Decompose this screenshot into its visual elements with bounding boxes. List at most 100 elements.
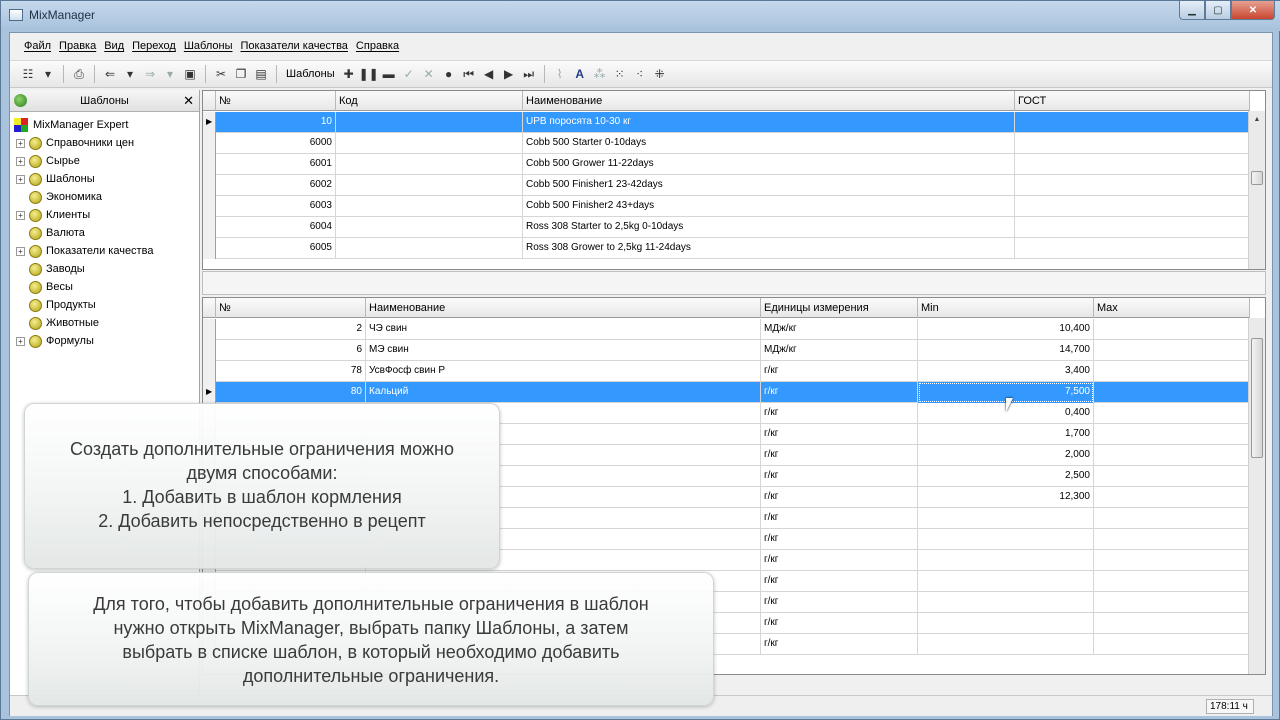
minimize-button[interactable]: ▁ <box>1179 1 1205 20</box>
cell-unit[interactable]: г/кг <box>761 445 918 466</box>
column-header-unit[interactable]: Единицы измерения <box>761 298 918 318</box>
cell-no[interactable]: 6001 <box>216 154 336 175</box>
cell-min[interactable]: 10,400 <box>918 319 1094 340</box>
cell-code[interactable] <box>336 154 523 175</box>
cell-max[interactable] <box>1094 571 1250 592</box>
prev-record-button[interactable]: ◀ <box>479 64 499 84</box>
cell-name[interactable]: Кальций <box>366 382 761 403</box>
add-record-button[interactable]: ✚ <box>339 64 359 84</box>
menu-go[interactable]: Переход <box>132 40 176 52</box>
scroll-thumb[interactable] <box>1251 171 1263 185</box>
table-row[interactable]: 6002 Cobb 500 Finisher1 23-42days <box>203 175 1250 196</box>
cell-no[interactable]: 6004 <box>216 217 336 238</box>
table-row[interactable]: 6003 Cobb 500 Finisher2 43+days <box>203 196 1250 217</box>
cell-unit[interactable]: г/кг <box>761 592 918 613</box>
cell-no[interactable]: 6005 <box>216 238 336 259</box>
cell-code[interactable] <box>336 133 523 154</box>
cell-unit[interactable]: г/кг <box>761 466 918 487</box>
back-button[interactable]: ⇐ <box>100 64 120 84</box>
cell-gost[interactable] <box>1015 175 1250 196</box>
grid-splitter[interactable] <box>202 271 1266 295</box>
cell-unit[interactable]: г/кг <box>761 361 918 382</box>
cell-unit[interactable]: г/кг <box>761 424 918 445</box>
tree-item[interactable]: Заводы <box>10 260 199 278</box>
cell-no[interactable]: 6000 <box>216 133 336 154</box>
post-edit-button[interactable]: ✓ <box>399 64 419 84</box>
cell-no[interactable]: 78 <box>216 361 366 382</box>
tree-item[interactable]: Экономика <box>10 188 199 206</box>
cell-unit[interactable]: г/кг <box>761 529 918 550</box>
scroll-up-button[interactable]: ▲ <box>1249 111 1265 128</box>
cell-unit[interactable]: г/кг <box>761 571 918 592</box>
cell-no[interactable]: 6003 <box>216 196 336 217</box>
cell-min[interactable]: 14,700 <box>918 340 1094 361</box>
column-header-name[interactable]: Наименование <box>366 298 761 318</box>
formula-b-button[interactable]: ⁂ <box>590 64 610 84</box>
cell-name[interactable]: UPB поросята 10-30 кг <box>523 112 1015 133</box>
expand-icon[interactable]: + <box>16 174 25 184</box>
row-indicator[interactable] <box>203 217 216 238</box>
cell-unit[interactable]: МДж/кг <box>761 319 918 340</box>
tree-root[interactable]: MixManager Expert <box>10 116 199 134</box>
cell-max[interactable] <box>1094 550 1250 571</box>
table-row[interactable]: 80Кальцийг/кг7,500 <box>203 382 1250 403</box>
back-dropdown[interactable]: ▾ <box>120 64 140 84</box>
cell-min[interactable] <box>918 634 1094 655</box>
menu-quality[interactable]: Показатели качества <box>240 40 347 52</box>
tree-item[interactable]: Весы <box>10 278 199 296</box>
maximize-button[interactable]: ▢ <box>1205 1 1231 20</box>
cell-code[interactable] <box>336 238 523 259</box>
expand-icon[interactable]: + <box>16 210 25 220</box>
cell-code[interactable] <box>336 217 523 238</box>
cell-min[interactable] <box>918 529 1094 550</box>
row-indicator[interactable] <box>203 154 216 175</box>
table-row[interactable]: 6000 Cobb 500 Starter 0-10days <box>203 133 1250 154</box>
row-indicator[interactable] <box>203 361 216 382</box>
close-panel-button[interactable]: ✕ <box>183 93 194 109</box>
row-indicator[interactable] <box>203 133 216 154</box>
cell-gost[interactable] <box>1015 112 1250 133</box>
table-row[interactable]: 6004 Ross 308 Starter to 2,5kg 0-10days <box>203 217 1250 238</box>
expand-icon[interactable]: + <box>16 156 25 166</box>
tree-view-dropdown[interactable]: ▾ <box>38 64 58 84</box>
cell-no[interactable]: 6 <box>216 340 366 361</box>
cell-name[interactable]: МЭ свин <box>366 340 761 361</box>
column-header-code[interactable]: Код <box>336 91 523 111</box>
cell-min[interactable] <box>918 613 1094 634</box>
first-record-button[interactable]: ⏮ <box>459 64 479 84</box>
cell-min[interactable] <box>918 571 1094 592</box>
formula-d-button[interactable]: ⁖ <box>630 64 650 84</box>
cell-name[interactable]: Ross 308 Grower to 2,5kg 11-24days <box>523 238 1015 259</box>
cell-unit[interactable]: г/кг <box>761 634 918 655</box>
cell-gost[interactable] <box>1015 238 1250 259</box>
cell-unit[interactable]: г/кг <box>761 613 918 634</box>
tree-view-button[interactable]: ☷ <box>18 64 38 84</box>
cancel-edit-button[interactable]: ✕ <box>419 64 439 84</box>
cell-unit[interactable]: г/кг <box>761 403 918 424</box>
formula-e-button[interactable]: ⁜ <box>650 64 670 84</box>
row-indicator[interactable] <box>203 196 216 217</box>
column-header-min[interactable]: Min <box>918 298 1094 318</box>
cell-max[interactable] <box>1094 361 1250 382</box>
cell-max[interactable] <box>1094 403 1250 424</box>
cell-unit[interactable]: г/кг <box>761 508 918 529</box>
cell-unit[interactable]: г/кг <box>761 550 918 571</box>
cell-min[interactable]: 12,300 <box>918 487 1094 508</box>
menu-file[interactable]: Файл <box>24 40 51 52</box>
cell-max[interactable] <box>1094 382 1250 403</box>
tree-item[interactable]: Валюта <box>10 224 199 242</box>
last-record-button[interactable]: ⏭ <box>519 64 539 84</box>
constraints-grid-scrollbar[interactable] <box>1248 318 1265 674</box>
forward-dropdown[interactable]: ▾ <box>160 64 180 84</box>
cell-min[interactable]: 2,000 <box>918 445 1094 466</box>
formula-a-button[interactable]: Α <box>570 64 590 84</box>
delete-record-button[interactable]: ▬ <box>379 64 399 84</box>
cell-min[interactable] <box>918 550 1094 571</box>
forward-button[interactable]: ⇒ <box>140 64 160 84</box>
row-indicator[interactable] <box>203 319 216 340</box>
table-row[interactable]: 6005 Ross 308 Grower to 2,5kg 11-24days <box>203 238 1250 259</box>
cell-name[interactable]: ЧЭ свин <box>366 319 761 340</box>
cell-gost[interactable] <box>1015 154 1250 175</box>
column-header-no[interactable]: № <box>216 91 336 111</box>
pause-button[interactable]: ❚❚ <box>359 64 379 84</box>
